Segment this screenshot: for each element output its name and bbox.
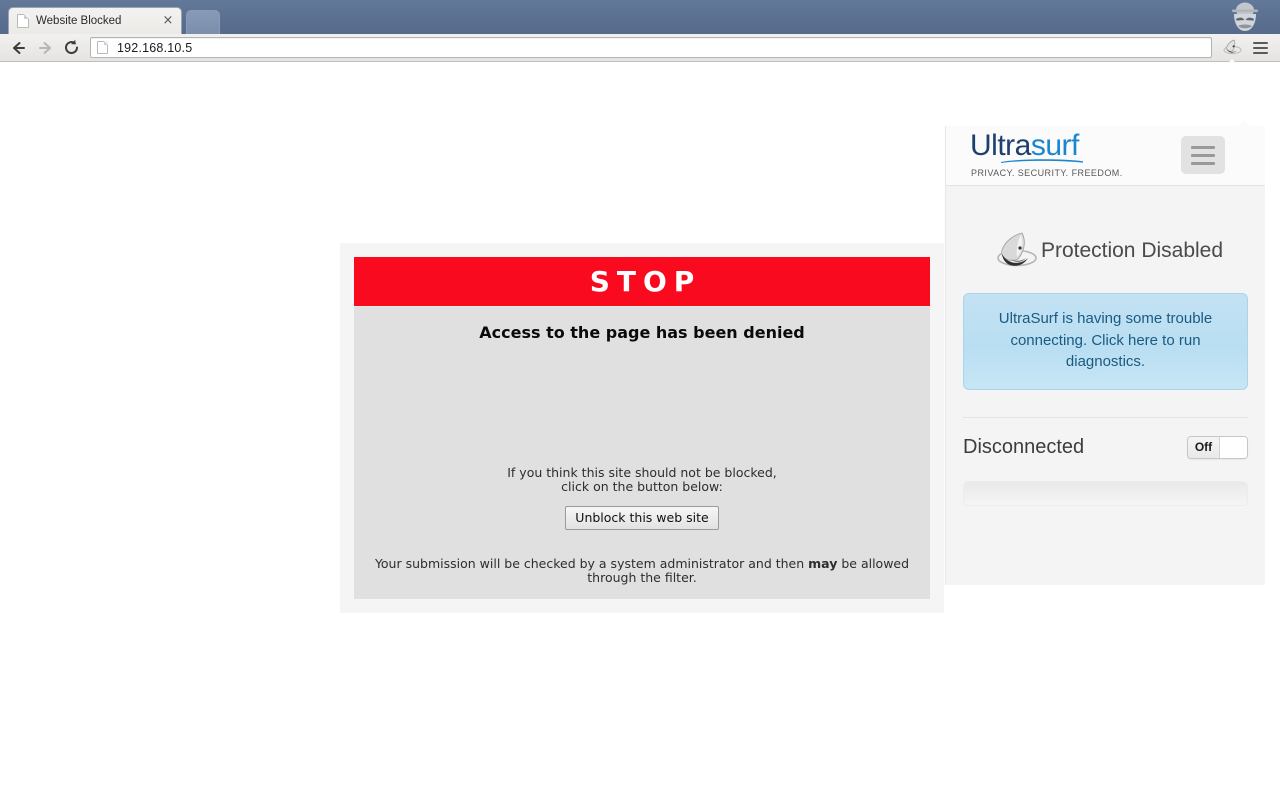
browser-titlebar: Website Blocked ×	[0, 0, 1280, 34]
panel-divider	[963, 416, 1248, 418]
protection-status-row: Protection Disabled	[946, 230, 1265, 272]
tab-strip: Website Blocked ×	[0, 0, 1280, 34]
toggle-knob[interactable]	[1220, 436, 1247, 458]
page-title: Access to the page has been denied	[479, 323, 805, 342]
close-icon[interactable]: ×	[161, 14, 175, 28]
blocked-footer-prefix: Your submission will be checked by a sys…	[374, 556, 809, 571]
blocked-note-line2: click on the button below:	[561, 479, 723, 494]
tab-title: Website Blocked	[36, 15, 122, 27]
diagnostics-alert-banner[interactable]: UltraSurf is having some trouble connect…	[963, 293, 1248, 390]
address-bar[interactable]: 192.168.10.5	[90, 37, 1212, 58]
page-viewport: STOP Access to the page has been denied …	[0, 63, 1280, 800]
stop-banner-text: STOP	[589, 265, 702, 298]
popup-arrow-pointer	[1236, 120, 1252, 128]
browser-toolbar: 192.168.10.5	[0, 34, 1280, 64]
ultrasurf-extension-icon[interactable]	[1218, 35, 1246, 64]
blocked-note: If you think this site should not be blo…	[366, 466, 918, 494]
logo-swoosh-icon	[1001, 159, 1083, 163]
protection-status-text: Protection Disabled	[1040, 239, 1224, 262]
connection-status-label: Disconnected	[963, 435, 1085, 458]
toggle-state-label: Off	[1188, 436, 1220, 458]
stop-banner: STOP	[354, 257, 930, 307]
blocked-page-container: STOP Access to the page has been denied …	[340, 243, 944, 613]
unblock-this-web-site-button[interactable]: Unblock this web site	[565, 506, 719, 530]
blocked-footer-emphasis: may	[808, 556, 838, 571]
connection-toggle[interactable]: Off	[1187, 435, 1248, 459]
ultrasurf-popup-panel: Ultrasurf PRIVACY. SECURITY. FREEDOM. Pr…	[945, 126, 1265, 585]
unblock-row: Unblock this web site	[366, 506, 918, 530]
url-text[interactable]: 192.168.10.5	[117, 41, 192, 55]
browser-window: Website Blocked × 192.168.10.5 STOP Acce…	[0, 0, 1280, 800]
ultrasurf-panel-header: Ultrasurf PRIVACY. SECURITY. FREEDOM.	[946, 126, 1265, 186]
connection-status-row: Disconnected Off	[963, 435, 1248, 459]
blocked-note-line1: If you think this site should not be blo…	[507, 465, 777, 480]
back-arrow-icon[interactable]	[6, 35, 32, 61]
new-tab-button[interactable]	[186, 10, 220, 34]
ultrasurf-tagline: PRIVACY. SECURITY. FREEDOM.	[971, 168, 1123, 178]
page-icon	[97, 41, 108, 54]
reload-icon[interactable]	[58, 35, 84, 61]
panel-empty-bar	[963, 480, 1248, 506]
tab-website-blocked[interactable]: Website Blocked ×	[8, 7, 182, 34]
forward-arrow-icon	[32, 35, 58, 61]
chrome-menu-icon[interactable]	[1246, 35, 1274, 61]
ultrasurf-dove-icon	[997, 232, 1037, 267]
hamburger-menu-icon[interactable]	[1181, 136, 1225, 174]
incognito-spy-icon	[1226, 1, 1264, 33]
page-icon	[17, 14, 29, 28]
blocked-footer: Your submission will be checked by a sys…	[366, 557, 918, 585]
blocked-page-body: Access to the page has been denied If yo…	[354, 307, 930, 599]
